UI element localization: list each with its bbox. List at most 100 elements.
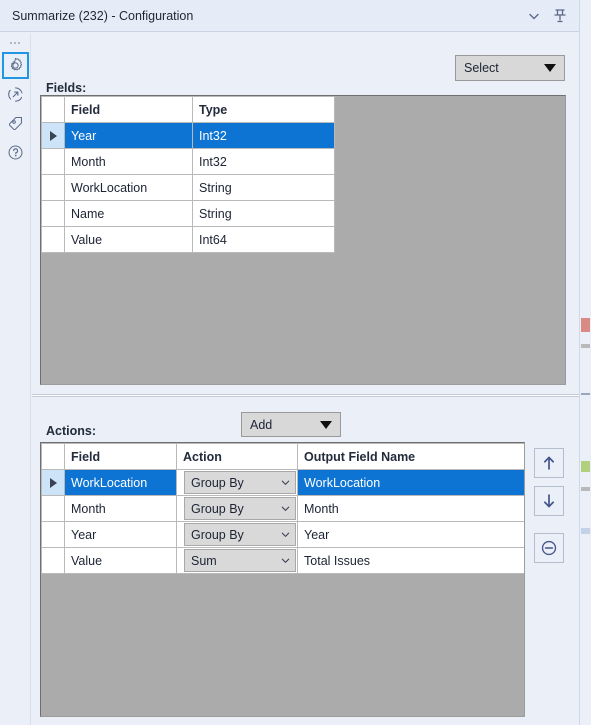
action-select-cell[interactable]: Sum [175,547,299,574]
field-type-cell[interactable]: Int64 [192,226,335,253]
field-name-cell[interactable]: WorkLocation [64,174,193,201]
arrow-down-icon [540,492,558,510]
adjacent-panel-edge [579,0,591,725]
row-indicator-icon [49,131,57,142]
action-select-label: Group By [191,475,244,490]
action-select-label: Sum [191,553,217,568]
field-type-cell[interactable]: Int32 [192,122,335,149]
row-selector[interactable] [41,122,65,149]
select-dropdown[interactable]: Select [455,55,565,81]
fields-col-type: Type [192,96,335,123]
row-selector[interactable] [41,226,65,253]
chevron-down-icon [275,555,295,566]
row-selector[interactable] [41,495,65,522]
table-row[interactable]: Year Int32 [41,122,335,149]
action-select-cell[interactable]: Group By [175,521,299,548]
row-selector[interactable] [41,521,65,548]
sliver-marker-gray-2 [581,487,590,491]
table-row[interactable]: Month Int32 [41,148,335,175]
field-type-cell[interactable]: String [192,174,335,201]
action-select-label: Group By [191,527,244,542]
actions-label: Actions: [46,424,96,438]
tool-icon-rail [0,33,31,725]
caret-down-icon [544,64,556,72]
sliver-marker-green [581,461,590,472]
row-indicator-icon [49,478,57,489]
output-field-name-cell[interactable]: Month [297,495,524,522]
add-dropdown-label: Add [250,417,273,432]
chevron-down-icon[interactable] [521,1,547,31]
output-field-name-cell[interactable]: WorkLocation [297,469,524,496]
chevron-down-icon [275,529,295,540]
move-up-button[interactable] [534,448,564,478]
actions-panel: Field Action Output Field Name WorkLocat… [40,442,525,717]
actions-col-output: Output Field Name [297,443,524,470]
actions-table-header-row: Field Action Output Field Name [41,443,524,470]
remove-button[interactable] [534,533,564,563]
fields-table[interactable]: Field Type Year Int32 Month Int32 WorkLo… [41,96,335,253]
configuration-content: Fields: Select Field Type Year Int32 Mon… [32,33,579,725]
table-row[interactable]: Name String [41,200,335,227]
caret-down-icon [320,420,332,429]
table-row[interactable]: Month Group By Month [41,495,524,522]
move-down-button[interactable] [534,486,564,516]
action-select-cell[interactable]: Group By [175,495,299,522]
field-type-cell[interactable]: Int32 [192,148,335,175]
table-row[interactable]: Year Group By Year [41,521,524,548]
question-circle-icon [7,144,24,161]
table-row[interactable]: Value Sum Total Issues [41,547,524,574]
chevron-down-icon [275,477,295,488]
actions-col-field: Field [64,443,177,470]
minus-circle-icon [540,539,558,557]
window-titlebar: Summarize (232) - Configuration [0,0,579,32]
table-row[interactable]: WorkLocation Group By WorkLocation [41,469,524,496]
sliver-marker-blue [581,528,590,534]
field-name-cell[interactable]: Name [64,200,193,227]
output-field-name-cell[interactable]: Year [297,521,524,548]
actions-table[interactable]: Field Action Output Field Name WorkLocat… [41,443,524,574]
select-dropdown-label: Select [464,61,499,75]
arrow-up-icon [540,454,558,472]
gear-icon [7,57,24,74]
fields-table-header-row: Field Type [41,96,335,123]
fields-label: Fields: [46,81,87,95]
output-field-name-cell[interactable]: Total Issues [297,547,524,574]
actions-col-action: Action [175,443,299,470]
field-name-cell[interactable]: Year [64,122,193,149]
tag-icon [7,115,24,132]
fields-panel: Field Type Year Int32 Month Int32 WorkLo… [40,95,566,385]
field-name-cell[interactable]: Value [64,226,193,253]
field-name-cell[interactable]: Month [64,148,193,175]
table-row[interactable]: WorkLocation String [41,174,335,201]
sliver-marker-gray [581,344,590,348]
sliver-marker-red [581,318,590,332]
panel-splitter[interactable] [32,393,579,398]
table-row[interactable]: Value Int64 [41,226,335,253]
add-dropdown[interactable]: Add [241,412,341,437]
rail-item-output[interactable] [2,81,29,108]
rail-item-configuration[interactable] [1,52,29,79]
window-title: Summarize (232) - Configuration [12,8,194,23]
action-field-cell[interactable]: Year [64,521,177,548]
arrow-in-circle-icon [7,86,24,103]
rail-item-help[interactable] [2,139,29,166]
overflow-dots-icon[interactable] [0,36,30,50]
sliver-marker-line [581,393,590,395]
row-selector[interactable] [41,148,65,175]
row-selector[interactable] [41,469,65,496]
action-field-cell[interactable]: Month [64,495,177,522]
action-select-label: Group By [191,501,244,516]
action-field-cell[interactable]: WorkLocation [64,469,177,496]
fields-col-field: Field [64,96,193,123]
rail-item-annotation[interactable] [2,110,29,137]
action-select-cell[interactable]: Group By [175,469,299,496]
pin-icon[interactable] [547,1,573,31]
row-selector[interactable] [41,547,65,574]
actions-col-selector [41,443,65,470]
chevron-down-icon [275,503,295,514]
field-type-cell[interactable]: String [192,200,335,227]
fields-col-selector [41,96,65,123]
row-selector[interactable] [41,174,65,201]
action-field-cell[interactable]: Value [64,547,177,574]
row-selector[interactable] [41,200,65,227]
